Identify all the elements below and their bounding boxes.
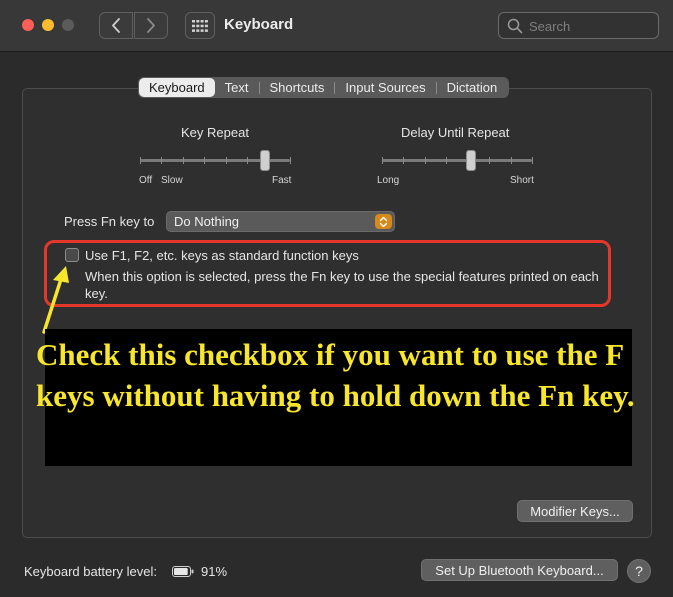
tab-input-sources[interactable]: Input Sources xyxy=(335,78,435,97)
fn-key-label: Press Fn key to xyxy=(64,214,155,229)
battery-icon xyxy=(172,566,194,577)
function-keys-checkbox-label[interactable]: Use F1, F2, etc. keys as standard functi… xyxy=(85,248,359,263)
delay-repeat-short-label: Short xyxy=(510,175,534,186)
tab-bar: Keyboard Text Shortcuts Input Sources Di… xyxy=(138,77,510,98)
slider-tick xyxy=(290,157,291,164)
slider-tick xyxy=(140,157,141,164)
help-button[interactable]: ? xyxy=(627,559,651,583)
tab-shortcuts[interactable]: Shortcuts xyxy=(260,78,335,97)
delay-repeat-slider-thumb[interactable] xyxy=(465,150,476,171)
minimize-window-button[interactable] xyxy=(42,19,54,31)
annotation-arrow-icon xyxy=(42,266,69,334)
slider-tick xyxy=(403,157,405,164)
grid-icon xyxy=(192,19,208,32)
modifier-keys-button[interactable]: Modifier Keys... xyxy=(517,500,633,522)
show-all-button[interactable] xyxy=(185,12,215,39)
search-icon xyxy=(507,18,523,34)
key-repeat-fast-label: Fast xyxy=(272,175,292,186)
slider-tick xyxy=(161,157,163,164)
search-input[interactable] xyxy=(529,17,654,35)
preferences-pane xyxy=(22,88,652,538)
chevron-left-icon xyxy=(112,18,120,33)
battery-percent: 91% xyxy=(201,564,228,579)
forward-button[interactable] xyxy=(134,12,168,39)
delay-repeat-label: Delay Until Repeat xyxy=(401,125,510,140)
slider-tick xyxy=(247,157,249,164)
up-down-chevron-icon xyxy=(375,214,392,229)
chevron-right-icon xyxy=(147,18,155,33)
delay-repeat-track[interactable] xyxy=(382,159,532,162)
slider-tick xyxy=(489,157,491,164)
key-repeat-slider-thumb[interactable] xyxy=(259,150,270,171)
slider-tick xyxy=(382,157,383,164)
slider-tick xyxy=(182,157,184,164)
key-repeat-off-label: Off xyxy=(139,175,153,186)
tab-text[interactable]: Text xyxy=(215,78,259,97)
window-title: Keyboard xyxy=(224,16,294,33)
tab-dictation[interactable]: Dictation xyxy=(437,78,508,97)
fn-key-popup[interactable]: Do Nothing xyxy=(166,211,395,232)
key-repeat-label: Key Repeat xyxy=(181,125,249,140)
fn-key-value: Do Nothing xyxy=(174,214,240,229)
slider-tick xyxy=(510,157,512,164)
slider-tick xyxy=(532,157,533,164)
slider-tick xyxy=(225,157,227,164)
search-field[interactable] xyxy=(498,12,659,39)
battery-level-label: Keyboard battery level: xyxy=(24,564,157,579)
title-bar: Keyboard xyxy=(0,0,673,52)
slider-tick xyxy=(204,157,206,164)
delay-repeat-long-label: Long xyxy=(377,175,400,186)
key-repeat-slow-label: Slow xyxy=(161,175,183,186)
function-keys-description: When this option is selected, press the … xyxy=(85,269,599,301)
function-keys-checkbox[interactable] xyxy=(65,248,79,262)
zoom-window-button[interactable] xyxy=(62,19,74,31)
slider-tick xyxy=(446,157,448,164)
back-button[interactable] xyxy=(99,12,133,39)
tab-keyboard[interactable]: Keyboard xyxy=(139,78,215,97)
setup-bluetooth-keyboard-button[interactable]: Set Up Bluetooth Keyboard... xyxy=(421,559,618,581)
close-window-button[interactable] xyxy=(22,19,34,31)
slider-tick xyxy=(424,157,426,164)
annotation-text: Check this checkbox if you want to use t… xyxy=(36,337,635,413)
